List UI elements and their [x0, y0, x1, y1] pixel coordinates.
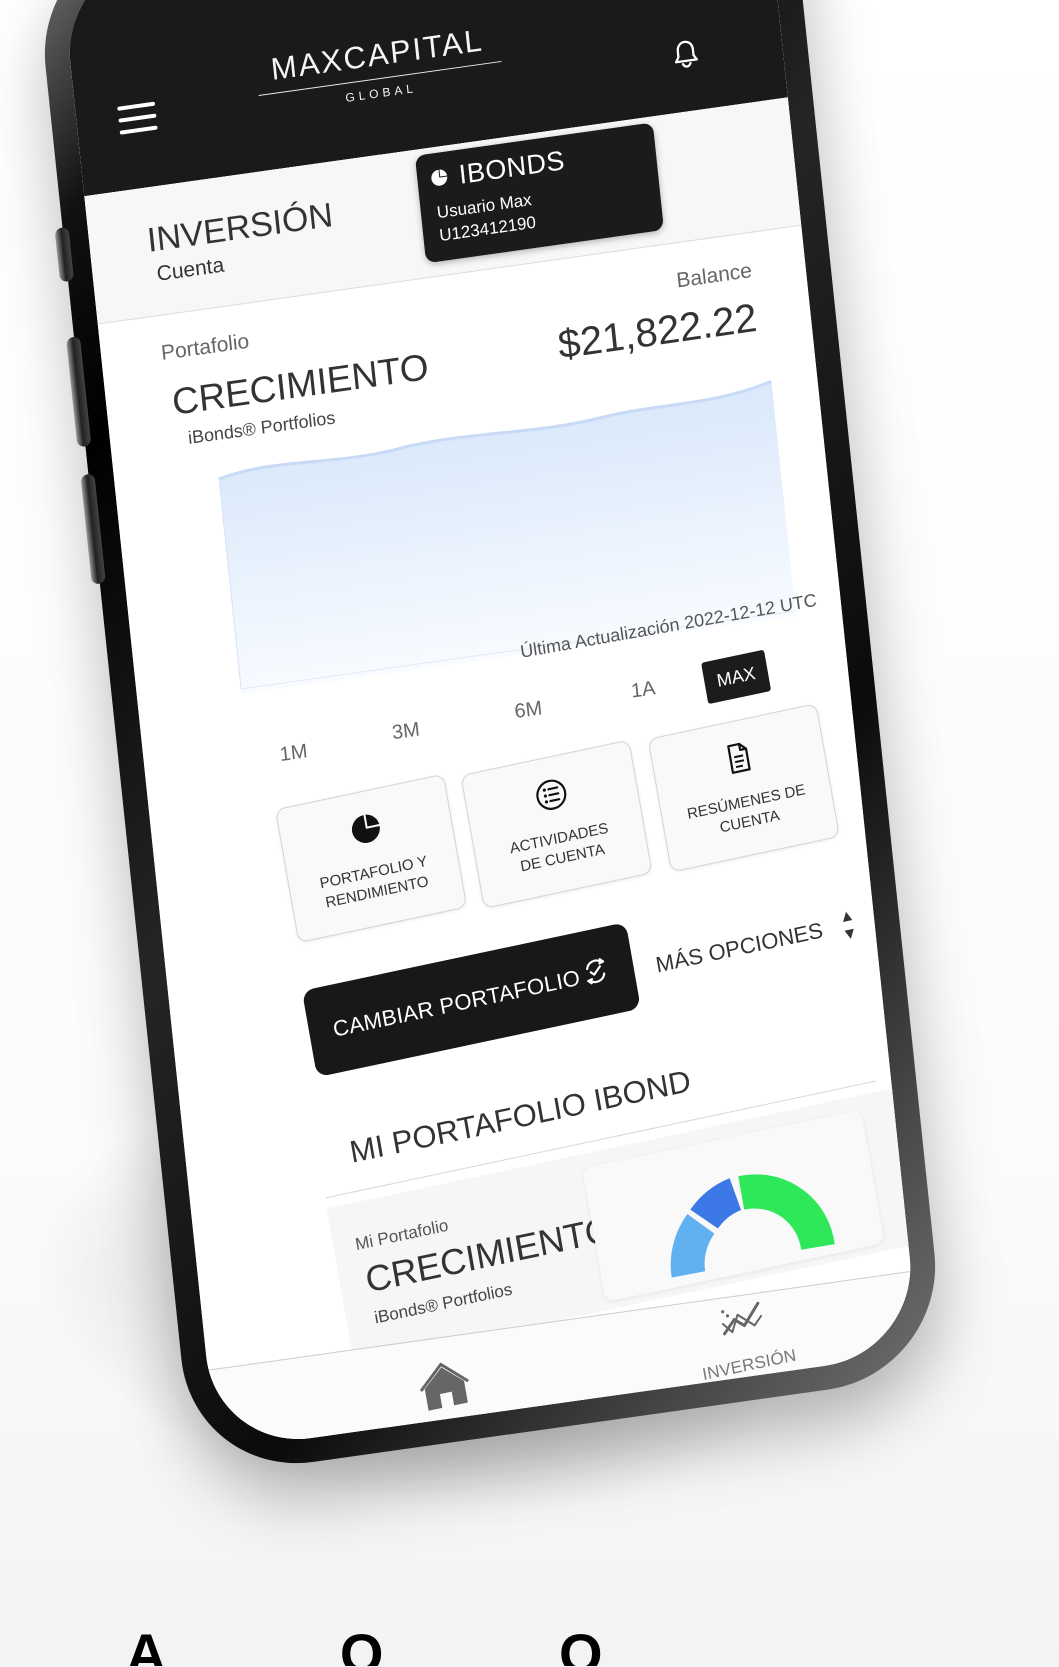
trend-icon: [721, 1301, 763, 1336]
quick-action-label: PORTAFOLIO Y RENDIMIENTO: [296, 847, 454, 918]
change-portfolio-button[interactable]: CAMBIAR PORTAFOLIO: [301, 922, 641, 1078]
balance-value: $21,822.22: [556, 295, 759, 368]
main-content: INVERSIÓN Cuenta IBONDS Usuario Max U123…: [84, 97, 920, 1452]
range-1a[interactable]: 1A: [630, 677, 657, 703]
bottom-cropped-text: A O OO: [126, 1626, 674, 1666]
pie-chart-icon: [429, 167, 449, 187]
account-card[interactable]: IBONDS Usuario Max U123412190: [414, 122, 664, 264]
side-button-bottom: [80, 473, 106, 585]
side-button-top: [54, 226, 75, 283]
quick-action-label: ACTIVIDADES DE CUENTA: [482, 813, 640, 884]
range-1m[interactable]: 1M: [279, 740, 309, 767]
account-title: INVERSIÓN: [145, 195, 335, 260]
brand-logo: MAXCAPITAL GLOBAL: [247, 20, 511, 118]
portfolio-gauge: [670, 1174, 835, 1278]
account-card-title: IBONDS: [457, 145, 567, 190]
menu-line-1: [117, 101, 156, 111]
menu-line-2: [118, 113, 157, 123]
range-max[interactable]: MAX: [701, 649, 772, 705]
side-button-middle: [66, 336, 92, 448]
menu-icon[interactable]: [117, 101, 160, 135]
quick-action-activities[interactable]: ACTIVIDADES DE CUENTA: [460, 739, 653, 909]
more-options-button[interactable]: MÁS OPCIONES ▲ ▼: [653, 907, 859, 985]
sort-icon: ▲ ▼: [837, 906, 860, 945]
quick-action-label: RESÚMENES DE CUENTA: [669, 777, 827, 848]
range-6m[interactable]: 6M: [513, 697, 543, 724]
pie-chart-icon: [346, 809, 385, 849]
home-icon: [419, 1362, 469, 1411]
account-subtitle: Cuenta: [155, 253, 226, 286]
phone-screen: MAXCAPITAL GLOBAL INVERSIÓN Cuenta IBOND…: [60, 0, 920, 1452]
nav-investment-label: INVERSIÓN: [700, 1345, 798, 1384]
menu-line-3: [119, 125, 158, 135]
range-3m[interactable]: 3M: [391, 718, 421, 745]
nav-home[interactable]: INICIO: [366, 1343, 528, 1451]
document-icon: [719, 738, 758, 778]
change-portfolio-label: CAMBIAR PORTAFOLIO: [330, 964, 583, 1042]
refresh-check-icon: [577, 952, 614, 990]
list-icon: [532, 775, 571, 815]
quick-action-portfolio[interactable]: PORTAFOLIO Y RENDIMIENTO: [274, 773, 468, 944]
portfolio-label: Portafolio: [159, 329, 251, 365]
portfolio-gauge-card: [582, 1109, 885, 1303]
stage: MAXCAPITAL GLOBAL INVERSIÓN Cuenta IBOND…: [0, 0, 1059, 1667]
balance-label: Balance: [675, 259, 753, 293]
bell-icon[interactable]: [665, 33, 707, 76]
more-options-label: MÁS OPCIONES: [653, 917, 825, 978]
phone-frame: MAXCAPITAL GLOBAL INVERSIÓN Cuenta IBOND…: [32, 0, 948, 1479]
quick-action-statements[interactable]: RESÚMENES DE CUENTA: [647, 703, 840, 873]
